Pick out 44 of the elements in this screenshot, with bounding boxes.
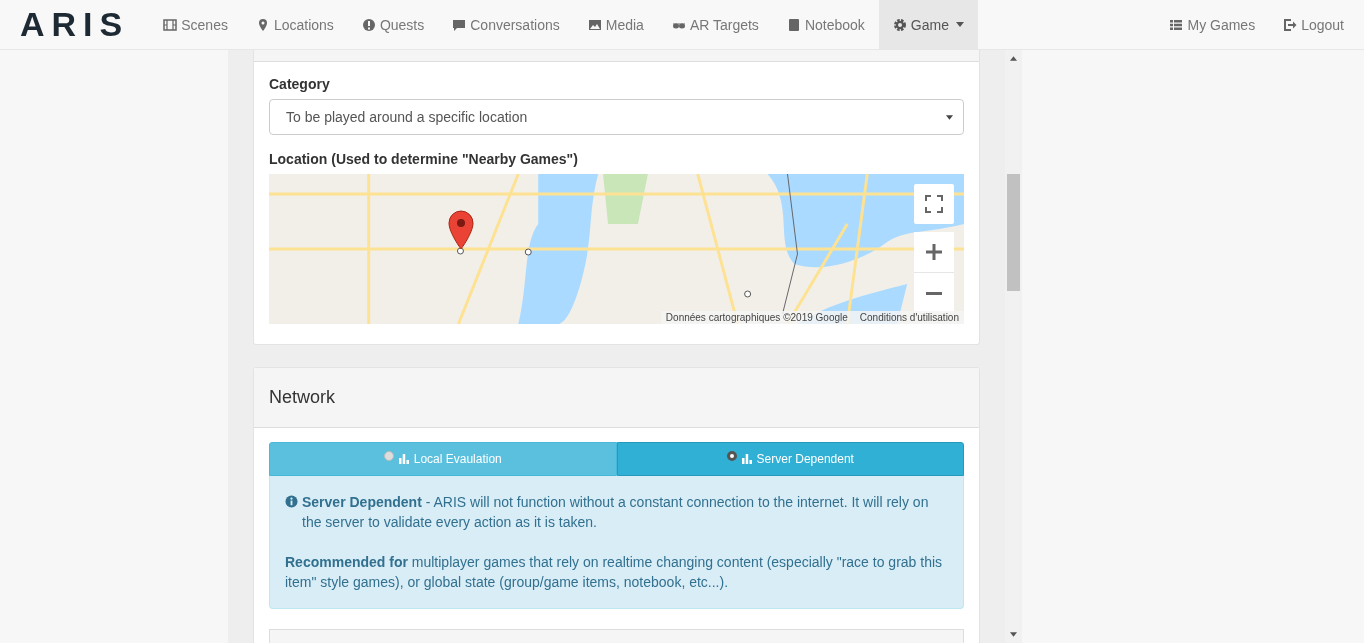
bar-chart-icon [741,454,752,464]
mode-toggle-button[interactable]: Server Dependent [616,442,964,476]
logout-icon [1283,17,1298,32]
fullscreen-button[interactable] [914,184,954,224]
book-icon [786,17,801,32]
zoom-in-button[interactable] [914,232,954,272]
info-text: Recommended for multiplayer games that rely on realtime changing content (especially "race to grab this item" style games), or global state (group/game items, notebook, etc...). [285,554,943,590]
nav-link[interactable]: Conversations [438,0,574,49]
field-label: Location (Used to determine "Nearby Games") [269,151,579,167]
nav-link[interactable]: AR Targets [657,0,773,49]
radio-indicator [726,451,737,461]
nav-link[interactable]: Quests [347,0,439,49]
scroll-down-icon[interactable] [1010,632,1017,637]
nav-link[interactable]: Scenes [149,0,242,49]
card-title: Network [269,387,335,408]
brand-logo[interactable]: ARIS [20,5,130,44]
radio-indicator [383,451,394,461]
minus-icon [925,291,943,295]
field-label: Category [269,76,331,92]
scrollbar-thumb[interactable] [1007,174,1020,291]
nav-link[interactable]: Notebook [772,0,879,49]
category-select[interactable]: To be played around a specific location [269,99,964,135]
terms-link[interactable]: Conditions d'utilisation [859,312,959,323]
nav-link[interactable]: Game [878,0,978,49]
film-icon [163,17,178,32]
bar-chart-icon [398,454,409,464]
map-pin-icon[interactable] [447,210,475,250]
info-icon [285,495,298,508]
speech-bubble-icon [452,17,467,32]
fullscreen-icon [925,195,943,213]
plus-icon [925,243,943,261]
nav-link[interactable]: My Games [1155,0,1270,49]
nav-link[interactable]: Logout [1269,0,1358,49]
exclamation-icon [361,17,376,32]
list-icon [1169,17,1184,32]
nav-link[interactable]: Locations [241,0,348,49]
settings-icon [892,17,907,32]
caret-icon [946,114,953,120]
zoom-out-button[interactable] [914,273,954,313]
nav-link[interactable]: Media [573,0,658,49]
map-attribution: Données cartographiques ©2019 Google [665,312,848,323]
info-text: Server Dependent - ARIS will not function without a constant connection to the internet. It will rely on the server to validate every action as it is taken. [302,493,930,532]
image-icon [587,17,602,32]
scroll-up-icon[interactable] [1010,56,1017,61]
